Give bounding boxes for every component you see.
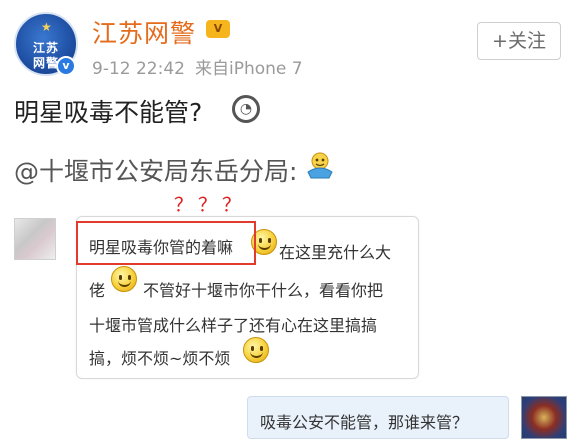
smiley-icon bbox=[243, 337, 269, 363]
post-text: 明星吸毒不能管? bbox=[14, 98, 203, 127]
message-line-2: 在这里充什么大 bbox=[279, 243, 392, 262]
annotation-question-marks: ？？？ bbox=[174, 194, 247, 216]
right-message: 吸毒公安不能管，那谁来管？ bbox=[260, 413, 469, 432]
message-line-6: 搞，烦不烦~烦不烦 bbox=[89, 349, 231, 368]
mention-link[interactable]: @十堰市公安局东岳分局: bbox=[14, 152, 297, 188]
chat-bubble-right: 吸毒公安不能管，那谁来管？ bbox=[247, 396, 509, 439]
message-line-4: 不管好十堰市你干什么，看看你把 bbox=[143, 281, 384, 300]
chat-avatar-right[interactable] bbox=[521, 396, 567, 439]
message-line-5: 十堰市管成什么样子了还有心在这里搞搞 bbox=[89, 316, 378, 335]
post-source: 来自iPhone 7 bbox=[194, 59, 303, 79]
clock-icon: ◔ bbox=[232, 95, 260, 123]
vip-badge-icon: V bbox=[206, 20, 230, 38]
chat-avatar-left[interactable] bbox=[14, 218, 56, 260]
highlight-box bbox=[76, 221, 256, 265]
post-timestamp: 9-12 22:42 bbox=[92, 59, 185, 79]
smiley-icon bbox=[111, 266, 137, 292]
verified-icon: v bbox=[56, 56, 76, 76]
emoji-icon bbox=[307, 152, 333, 179]
post-meta: 9-12 22:42 来自iPhone 7 bbox=[92, 54, 313, 79]
message-line-3: 佬 bbox=[89, 281, 106, 300]
username[interactable]: 江苏网警 bbox=[92, 14, 196, 50]
follow-button[interactable]: +关注 bbox=[477, 22, 561, 60]
police-emblem-icon: ★ bbox=[41, 20, 52, 34]
